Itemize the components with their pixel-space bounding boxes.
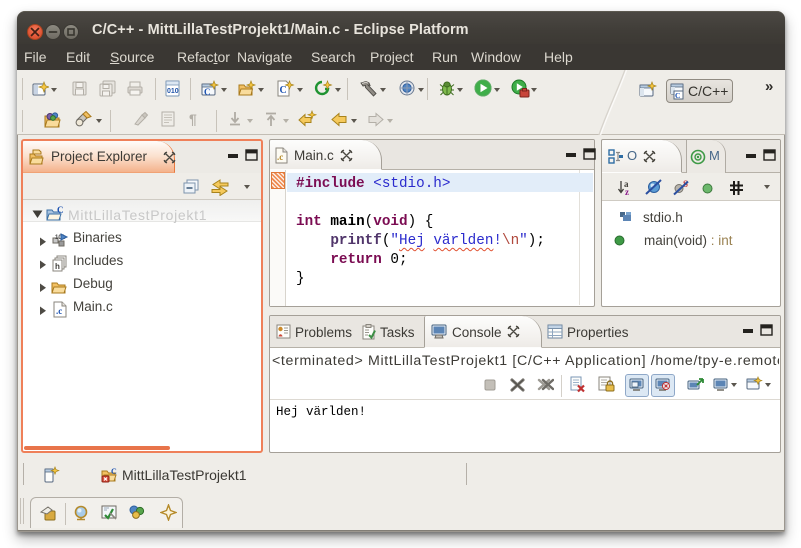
- svg-text:.c: .c: [56, 306, 62, 316]
- svg-text:C: C: [280, 85, 287, 96]
- svg-text:.c: .c: [277, 152, 283, 162]
- svg-text:010: 010: [167, 88, 179, 95]
- svg-text:C: C: [204, 87, 211, 97]
- svg-text:C: C: [57, 205, 64, 215]
- svg-text:z: z: [625, 187, 629, 196]
- svg-text:C: C: [675, 91, 680, 100]
- svg-text:C: C: [111, 467, 117, 476]
- svg-text:h: h: [55, 262, 60, 271]
